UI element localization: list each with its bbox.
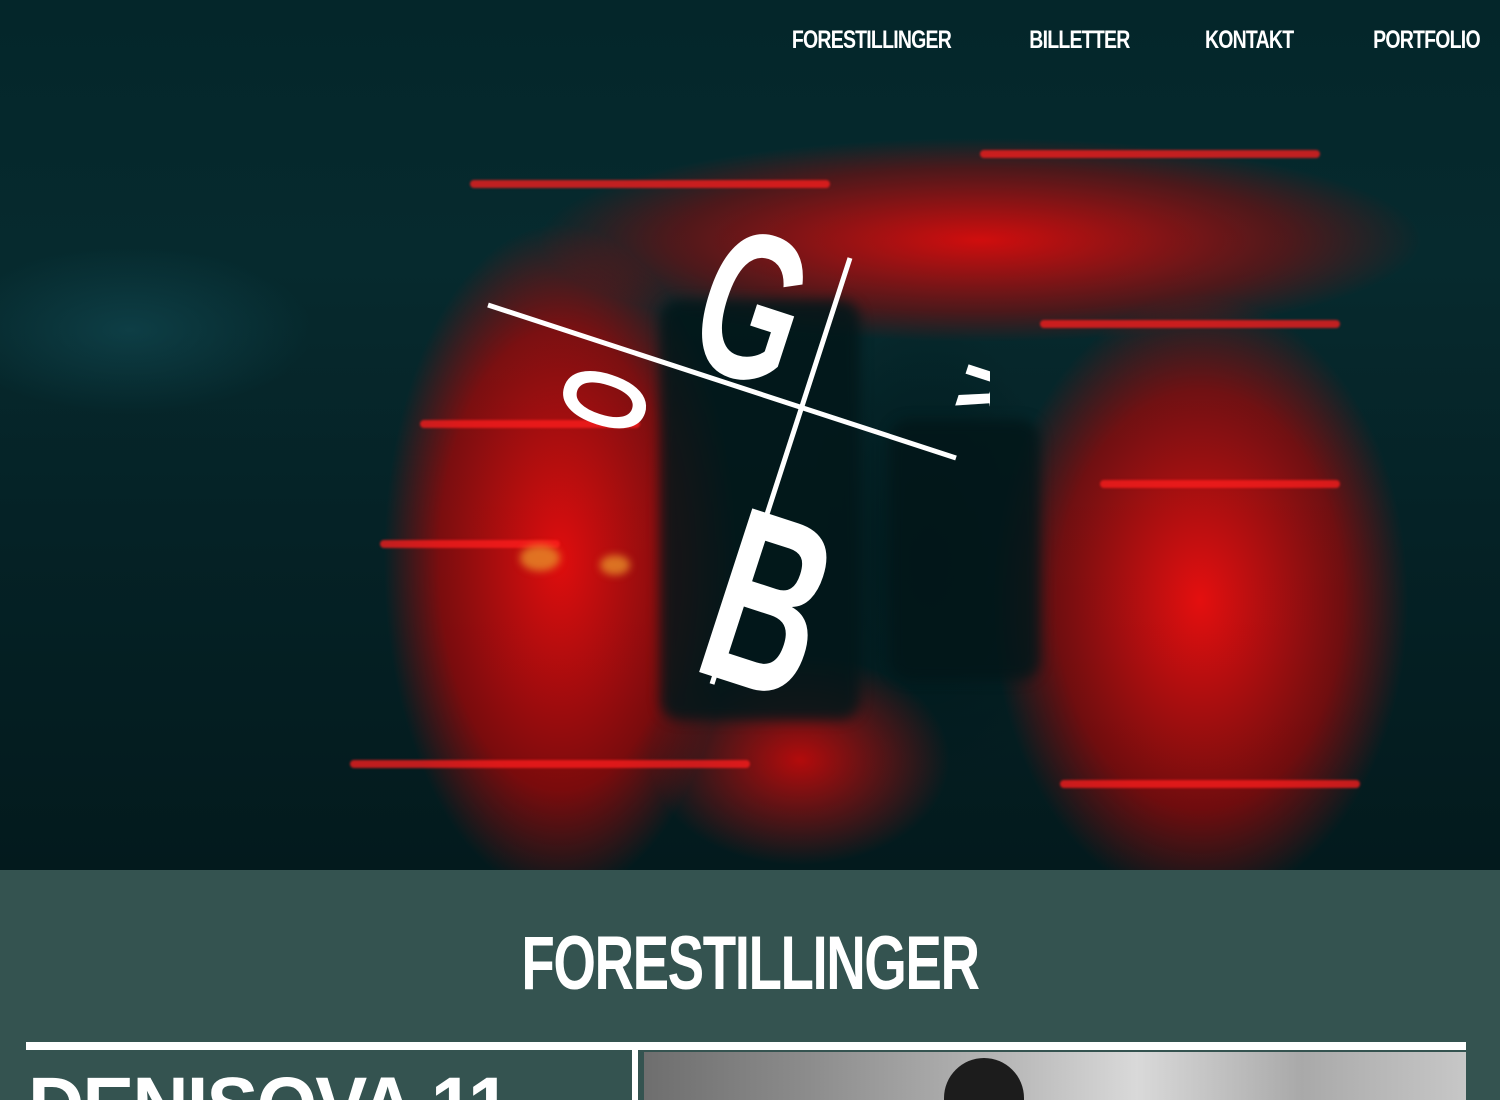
- section-title: FORESTILLINGER: [521, 921, 980, 1006]
- hero-reflection: [1100, 480, 1340, 488]
- card-divider-vertical: [632, 1046, 638, 1100]
- performances-section: FORESTILLINGER DENISOVA 11: [0, 870, 1500, 1100]
- logo-letter-g: G: [668, 181, 837, 435]
- card-divider-top: [26, 1042, 1466, 1050]
- hero-reflection: [1040, 320, 1340, 328]
- hero-reflection: [980, 150, 1320, 158]
- nav-item-forestillinger[interactable]: FORESTILLINGER: [792, 26, 952, 55]
- nav-item-portfolio[interactable]: PORTFOLIO: [1373, 26, 1481, 55]
- main-nav: FORESTILLINGER BILLETTER KONTAKT PORTFOL…: [747, 26, 1481, 55]
- grob-logo: G R O B: [487, 181, 990, 710]
- nav-item-kontakt[interactable]: KONTAKT: [1205, 26, 1294, 55]
- logo-letter-o: O: [533, 352, 678, 448]
- logo-letter-r: R: [932, 353, 990, 438]
- nav-item-billetter[interactable]: BILLETTER: [1030, 26, 1131, 55]
- hero-banner: FORESTILLINGER BILLETTER KONTAKT PORTFOL…: [0, 0, 1500, 870]
- logo-letter-b: B: [673, 455, 866, 710]
- performance-card-image[interactable]: [644, 1052, 1466, 1100]
- hero-reflection: [350, 760, 750, 768]
- performance-card-title[interactable]: DENISOVA 11: [28, 1060, 511, 1100]
- hero-reflection: [1060, 780, 1360, 788]
